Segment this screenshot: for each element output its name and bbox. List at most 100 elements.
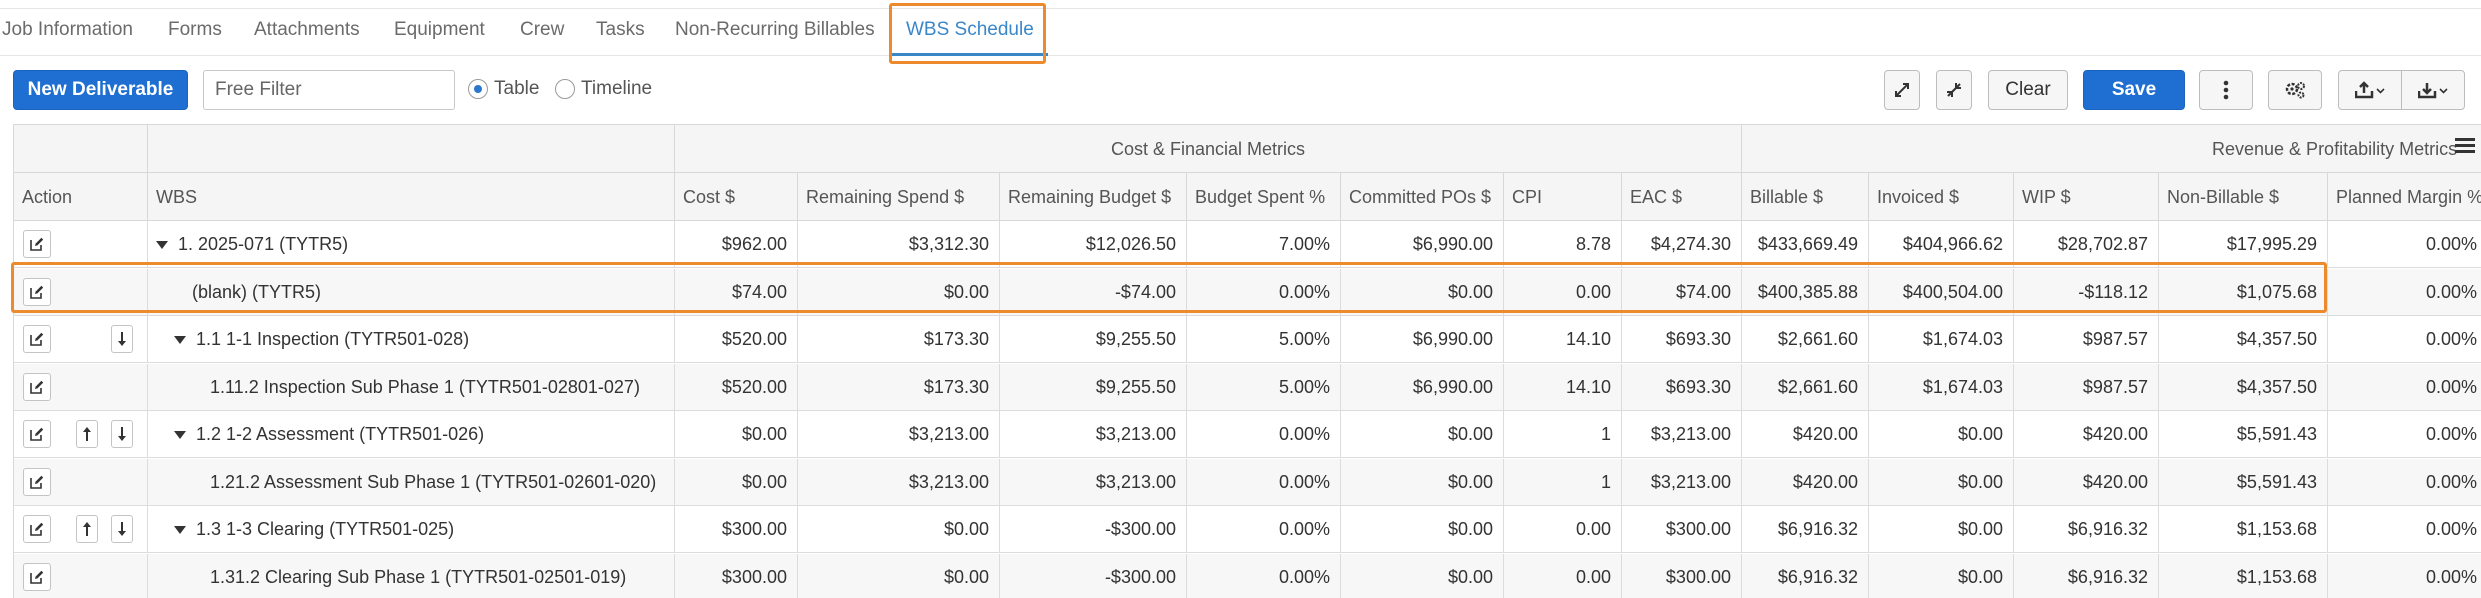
col-budget-spent-cell: 5.00% [1187,363,1341,411]
table-row[interactable]: 1.31.2 Clearing Sub Phase 1 (TYTR501-025… [14,553,2481,598]
tab-non-recurring-billables[interactable]: Non-Recurring Billables [675,8,875,56]
tab-attachments[interactable]: Attachments [254,8,360,56]
edit-row-button[interactable] [23,562,51,591]
upload-menu-button[interactable] [2338,70,2402,110]
expand-caret-icon[interactable] [174,335,186,344]
table-view-radio[interactable] [468,79,488,99]
col-budget-spent-header[interactable]: Budget Spent % [1187,173,1341,221]
wbs-cell[interactable]: 1.2 1-2 Assessment (TYTR501-026) [148,411,675,458]
edit-row-button[interactable] [23,325,51,353]
action-cell [14,221,148,268]
tab-crew[interactable]: Crew [520,8,564,56]
wbs-cell[interactable]: 1.31.2 Clearing Sub Phase 1 (TYTR501-025… [148,553,675,598]
col-non-billable-cell: $5,591.43 [2159,458,2328,506]
more-options-button[interactable] [2199,70,2253,110]
col-wip-header[interactable]: WIP $ [2014,173,2159,221]
table-row[interactable]: (blank) (TYTR5) $74.00 $0.00 -$74.00 0.00% $0… [14,268,2481,316]
col-action-header[interactable]: Action [14,173,148,221]
col-non-billable-cell: $1,075.68 [2159,268,2328,316]
wbs-cell[interactable]: 1.3 1-3 Clearing (TYTR501-025) [148,506,675,553]
col-cpi-cell: 0.00 [1504,268,1622,316]
free-filter-input[interactable] [203,70,455,110]
edit-row-button[interactable] [23,372,51,401]
column-menu-icon[interactable] [2455,138,2475,156]
col-invoiced-cell: $400,504.00 [1869,268,2014,316]
col-invoiced-header[interactable]: Invoiced $ [1869,173,2014,221]
download-menu-button[interactable] [2401,70,2465,110]
col-planned-margin-cell: 0.00% [2328,269,2481,316]
col-committed-pos-header[interactable]: Committed POs $ [1341,173,1504,221]
col-billable-cell: $433,669.49 [1742,221,1869,268]
col-cost-cell: $0.00 [675,411,798,458]
edit-row-button[interactable] [23,420,51,448]
col-committed-pos-cell: $0.00 [1341,268,1504,316]
timeline-view-radio[interactable] [555,79,575,99]
wbs-cell[interactable]: 1. 2025-071 (TYTR5) [148,221,675,268]
edit-row-button[interactable] [23,277,51,306]
col-cpi-header[interactable]: CPI [1504,173,1622,221]
column-group-header-row: Cost & Financial Metrics Revenue & Profi… [14,125,2481,173]
settings-button[interactable] [2268,70,2322,110]
wbs-cell[interactable]: (blank) (TYTR5) [148,268,675,316]
move-down-button[interactable] [111,515,133,543]
table-row[interactable]: 1.11.2 Inspection Sub Phase 1 (TYTR501-0… [14,363,2481,411]
table-row[interactable]: 1.3 1-3 Clearing (TYTR501-025) $300.00 $0.… [14,506,2481,553]
wbs-label: 1.21.2 Assessment Sub Phase 1 (TYTR501-0… [210,471,657,492]
collapse-all-button[interactable] [1936,70,1972,110]
tab-forms[interactable]: Forms [168,8,222,56]
edit-pencil-icon [30,285,44,299]
col-wip-cell: $420.00 [2014,411,2159,458]
group-header-cost-financial: Cost & Financial Metrics [675,125,1742,173]
col-eac-cell: $300.00 [1622,506,1742,553]
col-budget-spent-cell: 0.00% [1187,506,1341,553]
col-cost-cell: $520.00 [675,316,798,363]
tab-job-information[interactable]: Job Information [2,8,133,56]
save-button[interactable]: Save [2083,70,2185,110]
col-wbs-header[interactable]: WBS [148,173,675,221]
wbs-label: 1.1 1-1 Inspection (TYTR501-028) [196,329,470,349]
table-row[interactable]: 1.21.2 Assessment Sub Phase 1 (TYTR501-0… [14,458,2481,506]
edit-row-button[interactable] [23,515,51,543]
expand-caret-icon[interactable] [174,525,186,534]
col-eac-header[interactable]: EAC $ [1622,173,1742,221]
move-up-button[interactable] [76,420,98,448]
action-cell [14,268,148,316]
col-wip-cell: $987.57 [2014,363,2159,411]
col-budget-spent-cell: 0.00% [1187,553,1341,598]
col-billable-header[interactable]: Billable $ [1742,173,1869,221]
col-cost-header[interactable]: Cost $ [675,173,798,221]
wbs-cell[interactable]: 1.1 1-1 Inspection (TYTR501-028) [148,316,675,363]
clear-button[interactable]: Clear [1988,70,2068,110]
expand-caret-icon[interactable] [156,240,168,249]
move-down-button[interactable] [111,420,133,448]
col-wip-cell: -$118.12 [2014,268,2159,316]
col-non-billable-cell: $17,995.29 [2159,221,2328,268]
col-planned-margin-cell: 0.00% [2328,411,2481,458]
col-cpi-cell: 0.00 [1504,553,1622,598]
col-wip-cell: $420.00 [2014,458,2159,506]
col-committed-pos-cell: $0.00 [1341,506,1504,553]
col-committed-pos-cell: $6,990.00 [1341,316,1504,363]
col-budget-spent-cell: 5.00% [1187,316,1341,363]
wbs-cell[interactable]: 1.11.2 Inspection Sub Phase 1 (TYTR501-0… [148,363,675,411]
table-view-label[interactable]: Table [494,78,539,100]
table-row[interactable]: 1.1 1-1 Inspection (TYTR501-028) $520.00 $… [14,316,2481,363]
tab-tasks[interactable]: Tasks [596,8,645,56]
edit-row-button[interactable] [23,467,51,496]
col-planned-margin-header[interactable]: Planned Margin % [2328,173,2481,221]
col-remaining-spend-header[interactable]: Remaining Spend $ [798,173,1000,221]
move-up-button[interactable] [76,515,98,543]
tab-equipment[interactable]: Equipment [394,8,485,56]
table-row[interactable]: 1. 2025-071 (TYTR5) $962.00 $3,312.30 $12,0… [14,221,2481,268]
new-deliverable-button[interactable]: New Deliverable [13,70,188,110]
col-eac-cell: $693.30 [1622,316,1742,363]
expand-all-button[interactable] [1884,70,1920,110]
expand-caret-icon[interactable] [174,430,186,439]
col-non-billable-header[interactable]: Non-Billable $ [2159,173,2328,221]
table-row[interactable]: 1.2 1-2 Assessment (TYTR501-026) $0.00 $3,… [14,411,2481,458]
wbs-cell[interactable]: 1.21.2 Assessment Sub Phase 1 (TYTR501-0… [148,458,675,506]
move-down-button[interactable] [111,325,133,353]
edit-row-button[interactable] [23,230,51,258]
col-remaining-budget-header[interactable]: Remaining Budget $ [1000,173,1187,221]
timeline-view-label[interactable]: Timeline [581,78,652,100]
